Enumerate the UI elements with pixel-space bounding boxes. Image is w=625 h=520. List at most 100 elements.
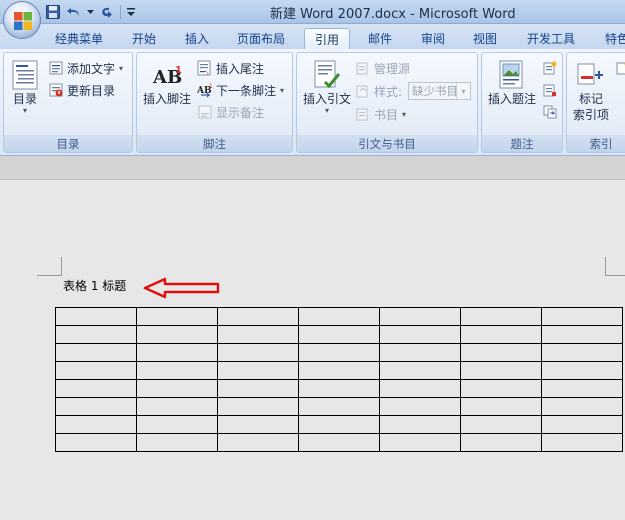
table-cell[interactable] [55, 361, 137, 380]
next-footnote-button[interactable]: AB 1 下一条脚注 ▾ [197, 80, 284, 100]
table-cell[interactable] [541, 433, 623, 452]
word-window: 新建 Word 2007.docx - Microsoft Word 经典菜单 … [0, 0, 625, 520]
tab-mailings[interactable]: 邮件 [361, 28, 399, 49]
update-table-button[interactable] [542, 80, 558, 100]
table-cell[interactable] [136, 361, 218, 380]
table-cell[interactable] [55, 343, 137, 362]
undo-icon[interactable] [65, 3, 83, 21]
table-cell[interactable] [460, 307, 542, 326]
table-cell[interactable] [379, 307, 461, 326]
group-toc: 目录 ▾ 添加文字 ▾ 更新目录 目录 [3, 52, 133, 153]
table-cell[interactable] [217, 325, 299, 344]
insert-table-of-figures-button[interactable] [542, 58, 558, 78]
table-cell[interactable] [298, 397, 380, 416]
insert-index-button[interactable] [615, 58, 625, 78]
table-cell[interactable] [217, 415, 299, 434]
table-cell[interactable] [136, 433, 218, 452]
mark-entry-button[interactable]: 标记 索引项 [569, 59, 613, 123]
bibliography-button[interactable]: 书目 ▾ [355, 104, 406, 124]
table-cell[interactable] [298, 379, 380, 398]
table-cell[interactable] [460, 397, 542, 416]
tab-review[interactable]: 审阅 [414, 28, 452, 49]
bibliography-style-select[interactable]: 缺少书目 ▾ [408, 82, 471, 100]
table-cell[interactable] [541, 397, 623, 416]
table-cell[interactable] [379, 433, 461, 452]
manage-sources-button[interactable]: 管理源 [355, 58, 410, 78]
table-cell[interactable] [460, 433, 542, 452]
table-cell[interactable] [298, 433, 380, 452]
page-corner-mark-left [37, 257, 62, 276]
tab-view[interactable]: 视图 [466, 28, 504, 49]
tab-page-layout[interactable]: 页面布局 [229, 28, 293, 49]
table-cell[interactable] [217, 379, 299, 398]
tab-developer[interactable]: 开发工具 [520, 28, 582, 49]
tab-classic-menu[interactable]: 经典菜单 [48, 28, 110, 49]
table-cell[interactable] [298, 343, 380, 362]
table-cell[interactable] [541, 379, 623, 398]
table-cell[interactable] [136, 397, 218, 416]
table-cell[interactable] [55, 325, 137, 344]
table-cell[interactable] [136, 379, 218, 398]
chevron-down-icon[interactable]: ▾ [456, 83, 470, 99]
table-cell[interactable] [541, 307, 623, 326]
insert-endnote-button[interactable]: i 插入尾注 [197, 58, 264, 78]
style-label-group: 样式: [355, 81, 402, 101]
tab-insert[interactable]: 插入 [176, 28, 218, 49]
table-cell[interactable] [298, 307, 380, 326]
table-cell[interactable] [379, 379, 461, 398]
customize-qat-icon[interactable] [126, 3, 136, 21]
caption-icon [496, 59, 528, 91]
table-cell[interactable] [55, 397, 137, 416]
save-icon[interactable] [44, 3, 62, 21]
cross-reference-button[interactable] [542, 102, 558, 122]
insert-index-icon [615, 60, 625, 76]
table-cell[interactable] [541, 361, 623, 380]
table-cell[interactable] [217, 307, 299, 326]
table-cell[interactable] [217, 433, 299, 452]
table-cell[interactable] [460, 415, 542, 434]
group-footnotes-label: 脚注 [137, 135, 292, 152]
table-cell[interactable] [217, 361, 299, 380]
toc-button[interactable]: 目录 ▾ [7, 59, 43, 115]
table-cell[interactable] [460, 379, 542, 398]
insert-caption-button[interactable]: 插入题注 [484, 59, 540, 107]
document-table[interactable] [55, 307, 623, 452]
table-cell[interactable] [217, 343, 299, 362]
add-text-button[interactable]: 添加文字 ▾ [48, 58, 123, 78]
show-notes-button[interactable]: 显示备注 [197, 102, 264, 122]
insert-citation-button[interactable]: 插入引文 ▾ [301, 59, 353, 115]
table-cell[interactable] [379, 415, 461, 434]
table-cell[interactable] [217, 397, 299, 416]
table-cell[interactable] [136, 307, 218, 326]
table-cell[interactable] [541, 415, 623, 434]
table-cell[interactable] [298, 325, 380, 344]
table-cell[interactable] [379, 361, 461, 380]
table-cell[interactable] [55, 415, 137, 434]
table-cell[interactable] [55, 307, 137, 326]
table-cell[interactable] [298, 415, 380, 434]
table-cell[interactable] [136, 415, 218, 434]
table-cell[interactable] [460, 343, 542, 362]
insert-footnote-button[interactable]: AB 1 插入脚注 [141, 59, 193, 107]
tab-home[interactable]: 开始 [123, 28, 165, 49]
bibliography-style-value: 缺少书目 [412, 84, 458, 98]
table-cell[interactable] [460, 361, 542, 380]
redo-icon[interactable] [97, 3, 115, 21]
table-cell[interactable] [136, 343, 218, 362]
chevron-down-icon: ▾ [402, 109, 407, 119]
table-cell[interactable] [541, 325, 623, 344]
tab-featured[interactable]: 特色 [597, 28, 625, 49]
table-cell[interactable] [460, 325, 542, 344]
undo-dropdown-icon[interactable] [86, 3, 94, 21]
office-button[interactable] [3, 1, 41, 39]
table-cell[interactable] [298, 361, 380, 380]
table-cell[interactable] [379, 325, 461, 344]
table-cell[interactable] [55, 433, 137, 452]
update-toc-button[interactable]: 更新目录 [48, 80, 115, 100]
tab-references[interactable]: 引用 [304, 28, 350, 49]
table-cell[interactable] [379, 343, 461, 362]
table-cell[interactable] [136, 325, 218, 344]
table-cell[interactable] [541, 343, 623, 362]
table-cell[interactable] [379, 397, 461, 416]
table-cell[interactable] [55, 379, 137, 398]
